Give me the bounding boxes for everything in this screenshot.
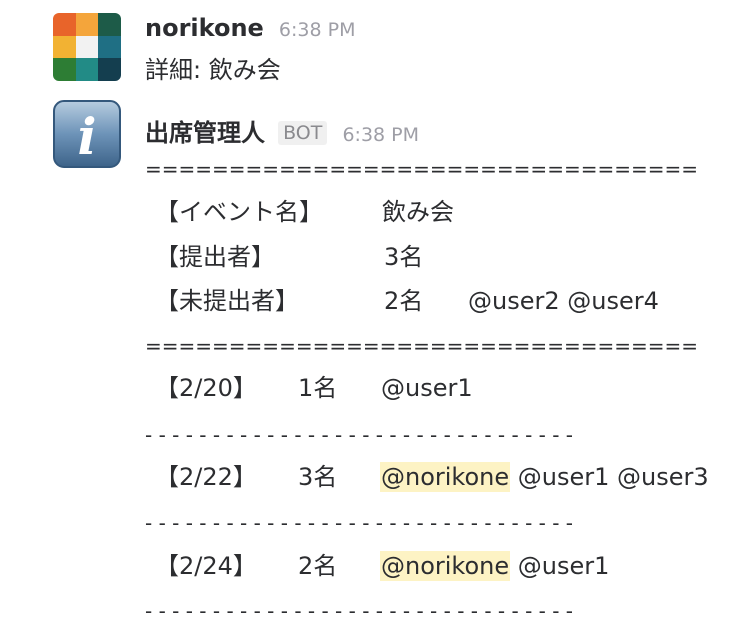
separator-dash: - - - - - - - - - - - - - - - - - - - - … bbox=[145, 423, 574, 447]
bot-badge: BOT bbox=[278, 121, 328, 145]
user-mention[interactable]: @user1 bbox=[518, 552, 610, 580]
user-message-header: norikone 6:38 PM bbox=[145, 14, 355, 42]
user-mention[interactable]: @user4 bbox=[567, 287, 659, 315]
user-mention[interactable]: @user1 bbox=[518, 463, 610, 491]
user-mention[interactable]: @user3 bbox=[617, 463, 709, 491]
summary-label: 【未提出者】 bbox=[155, 287, 299, 315]
separator-double: ================================= bbox=[145, 157, 699, 181]
user-mention[interactable]: @user1 bbox=[381, 374, 473, 402]
date-label: 【2/20】 bbox=[155, 374, 257, 402]
colorful-grid-avatar-icon bbox=[53, 13, 121, 81]
info-icon: i bbox=[53, 100, 121, 168]
mention-list: @user2 @user4 bbox=[468, 285, 659, 317]
username[interactable]: norikone bbox=[145, 14, 264, 42]
date-label: 【2/22】 bbox=[155, 463, 257, 491]
attendee-count: 3名 bbox=[298, 463, 338, 491]
bot-message-header: 出席管理人 BOT 6:38 PM bbox=[145, 113, 419, 148]
separator-double: ================================= bbox=[145, 334, 699, 358]
self-mention[interactable]: @norikone bbox=[380, 462, 511, 492]
summary-label: 【イベント名】 bbox=[155, 198, 323, 226]
attendee-count: 2名 bbox=[298, 552, 338, 580]
separator-dash: - - - - - - - - - - - - - - - - - - - - … bbox=[145, 599, 574, 623]
svg-text:i: i bbox=[78, 107, 97, 166]
bot-username[interactable]: 出席管理人 bbox=[145, 119, 265, 147]
summary-value: 3名 bbox=[384, 243, 424, 271]
date-label: 【2/24】 bbox=[155, 552, 257, 580]
mention-list: @norikone @user1 bbox=[380, 550, 609, 582]
mention-list: @user1 bbox=[381, 372, 473, 404]
summary-value: 飲み会 bbox=[382, 198, 454, 226]
timestamp[interactable]: 6:38 PM bbox=[279, 19, 356, 41]
user-mention[interactable]: @user2 bbox=[468, 287, 560, 315]
user-avatar[interactable] bbox=[53, 13, 121, 81]
summary-label: 【提出者】 bbox=[155, 243, 275, 271]
message-text: 詳細: 飲み会 bbox=[145, 56, 281, 84]
separator-dash: - - - - - - - - - - - - - - - - - - - - … bbox=[145, 511, 574, 535]
bot-avatar[interactable]: i bbox=[53, 100, 121, 168]
self-mention[interactable]: @norikone bbox=[380, 551, 511, 581]
attendee-count: 1名 bbox=[298, 374, 338, 402]
mention-list: @norikone @user1 @user3 bbox=[380, 461, 709, 493]
summary-value: 2名 bbox=[384, 287, 424, 315]
timestamp[interactable]: 6:38 PM bbox=[342, 124, 419, 146]
